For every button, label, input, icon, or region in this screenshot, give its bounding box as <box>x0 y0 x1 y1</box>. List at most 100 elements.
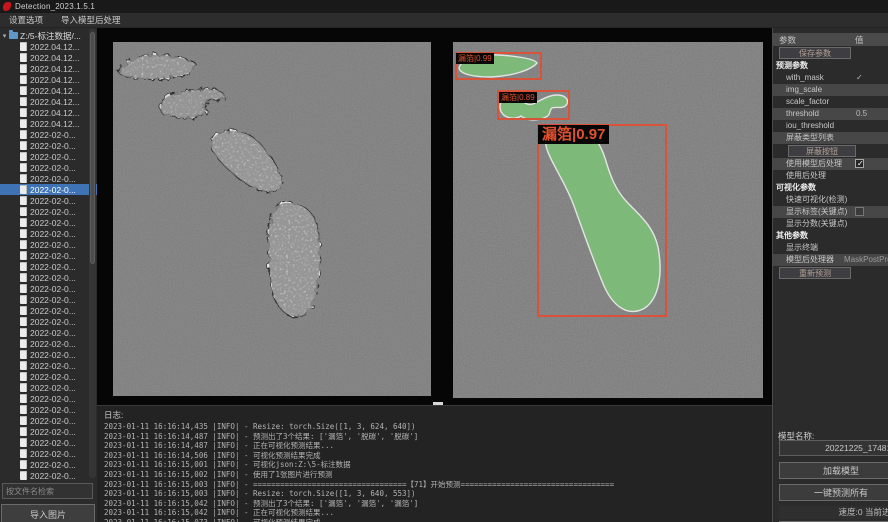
param-label[interactable]: 其他参数 <box>773 231 808 240</box>
param-label[interactable]: img_scale <box>773 85 822 94</box>
param-row[interactable]: threshold 0.5 <box>773 108 888 120</box>
tree-item[interactable]: 2022-02-0... <box>0 239 97 250</box>
param-label[interactable]: 屏蔽按钮 <box>788 145 856 157</box>
tree-item[interactable]: 2022-02-0... <box>0 316 97 327</box>
tree-item[interactable]: 2022-02-0... <box>0 195 97 206</box>
tree-item[interactable]: 2022.04.12... <box>0 96 97 107</box>
tree-item[interactable]: 2022-02-0... <box>0 393 97 404</box>
param-label[interactable]: 预测参数 <box>773 61 808 70</box>
file-panel: ▾ Z:/5-标注数据/... 2022.04.12... 2022.04.12… <box>0 28 97 522</box>
import-images-button[interactable]: 导入图片 <box>1 504 95 522</box>
tree-root-folder[interactable]: ▾ Z:/5-标注数据/... <box>0 30 97 41</box>
tree-item[interactable]: 2022.04.12... <box>0 63 97 74</box>
predict-all-button[interactable]: 一键预测所有 <box>779 484 888 501</box>
param-label[interactable]: 屏蔽类型列表 <box>773 133 834 142</box>
param-column-header: 参数 <box>773 34 796 46</box>
tree-item[interactable]: 2022-02-0... <box>0 140 97 151</box>
tree-item[interactable]: 2022-02-0... <box>0 360 97 371</box>
param-row[interactable]: 可视化参数 <box>773 182 888 194</box>
param-label[interactable]: 快速可视化(检测) <box>773 195 847 204</box>
param-label[interactable]: 显示终端 <box>773 243 818 252</box>
tree-item[interactable]: 2022-02-0... <box>0 129 97 140</box>
tree-item[interactable]: 2022-02-0... <box>0 349 97 360</box>
tree-item[interactable]: 2022-02-0... <box>0 206 97 217</box>
tree-item[interactable]: 2022.04.12... <box>0 52 97 63</box>
tree-item[interactable]: 2022-02-0... <box>0 272 97 283</box>
tree-scrollbar[interactable] <box>89 29 96 478</box>
tree-item[interactable]: 2022-02-0... <box>0 283 97 294</box>
tree-item[interactable]: 2022-02-0... <box>0 228 97 239</box>
param-row[interactable]: 屏蔽类型列表 <box>773 132 888 144</box>
file-icon <box>20 152 27 161</box>
tree-item[interactable]: 2022-02-0... <box>0 448 97 459</box>
param-row[interactable]: 使用后处理 <box>773 170 888 182</box>
file-icon <box>20 416 27 425</box>
tree-item[interactable]: 2022-02-0... <box>0 294 97 305</box>
tree-item[interactable]: 2022-02-0... <box>0 305 97 316</box>
tree-item[interactable]: 2022-02-0... <box>0 437 97 448</box>
param-label[interactable]: 显示标签(关键点) <box>773 207 847 216</box>
param-label[interactable]: 可视化参数 <box>773 183 816 192</box>
param-row[interactable]: 屏蔽按钮 <box>773 144 888 158</box>
original-image-view[interactable] <box>113 42 431 396</box>
tree-item[interactable]: 2022-02-0... <box>0 371 97 382</box>
param-row[interactable]: 使用模型后处理 <box>773 158 888 170</box>
tree-item[interactable]: 2022-02-0... <box>0 217 97 228</box>
param-row[interactable]: 模型后处理器 MaskPostPro <box>773 254 888 266</box>
tree-item[interactable]: 2022.04.12... <box>0 107 97 118</box>
param-row[interactable]: img_scale <box>773 84 888 96</box>
tree-item[interactable]: 2022-02-0... <box>0 404 97 415</box>
tree-item[interactable]: 2022-02-0... <box>0 470 97 481</box>
param-label[interactable]: 保存参数 <box>779 47 851 59</box>
tree-item[interactable]: 2022-02-0... <box>0 415 97 426</box>
param-label[interactable]: scale_factor <box>773 97 829 106</box>
tree-item[interactable]: 2022-02-0... <box>0 162 97 173</box>
tree-item[interactable]: 2022-02-0... <box>0 184 97 195</box>
param-label[interactable]: 模型后处理器 <box>773 255 834 264</box>
tree-item[interactable]: 2022.04.12... <box>0 118 97 129</box>
menu-item[interactable]: 导入模型后处理 <box>52 13 130 28</box>
param-row[interactable]: with_mask ✓ <box>773 72 888 84</box>
param-row[interactable]: 显示标签(关键点) <box>773 206 888 218</box>
tree-item[interactable]: 2022-02-0... <box>0 327 97 338</box>
param-label[interactable]: 重新预测 <box>779 267 851 279</box>
param-label[interactable]: 使用后处理 <box>773 171 826 180</box>
param-row[interactable]: 预测参数 <box>773 60 888 72</box>
param-label[interactable]: 显示分数(关键点) <box>773 219 847 228</box>
param-label[interactable]: iou_threshold <box>773 121 834 130</box>
file-icon <box>20 53 27 62</box>
tree-item[interactable]: 2022-02-0... <box>0 173 97 184</box>
expand-arrow-icon[interactable]: ▾ <box>0 32 9 40</box>
tree-item[interactable]: 2022-02-0... <box>0 459 97 470</box>
tree-item[interactable]: 2022-02-0... <box>0 151 97 162</box>
tree-scrollbar-thumb[interactable] <box>90 32 95 264</box>
param-row[interactable]: 其他参数 <box>773 230 888 242</box>
load-model-button[interactable]: 加载模型 <box>779 462 888 479</box>
param-row[interactable]: 显示终端 <box>773 242 888 254</box>
tree-item[interactable]: 2022.04.12... <box>0 41 97 52</box>
param-row[interactable]: scale_factor <box>773 96 888 108</box>
tree-item-label: 2022-02-0... <box>30 141 76 151</box>
param-label[interactable]: threshold <box>773 109 819 118</box>
param-row[interactable]: iou_threshold <box>773 120 888 132</box>
tree-item[interactable]: 2022-02-0... <box>0 426 97 437</box>
tree-item[interactable]: 2022-02-0... <box>0 382 97 393</box>
param-label[interactable]: with_mask <box>773 73 824 82</box>
param-label[interactable]: 使用模型后处理 <box>773 159 842 168</box>
param-row[interactable]: 保存参数 <box>773 46 888 60</box>
model-name-field[interactable]: 20221225_174813 <box>779 440 888 456</box>
param-row[interactable]: 显示分数(关键点) <box>773 218 888 230</box>
menu-item[interactable]: 设置选项 <box>0 13 52 28</box>
param-row[interactable]: 快速可视化(检测) <box>773 194 888 206</box>
param-checkbox[interactable] <box>855 207 864 216</box>
tree-item[interactable]: 2022-02-0... <box>0 261 97 272</box>
tree-item[interactable]: 2022-02-0... <box>0 250 97 261</box>
file-tree[interactable]: ▾ Z:/5-标注数据/... 2022.04.12... 2022.04.12… <box>0 30 97 481</box>
tree-item[interactable]: 2022-02-0... <box>0 338 97 349</box>
tree-item[interactable]: 2022.04.12... <box>0 85 97 96</box>
tree-item[interactable]: 2022.04.12... <box>0 74 97 85</box>
log-output[interactable]: 2023-01-11 16:16:14,435 |INFO| - Resize:… <box>97 422 772 522</box>
param-checkbox[interactable] <box>855 159 864 168</box>
filename-search-input[interactable] <box>2 483 93 499</box>
param-row[interactable]: 重新预测 <box>773 266 888 280</box>
